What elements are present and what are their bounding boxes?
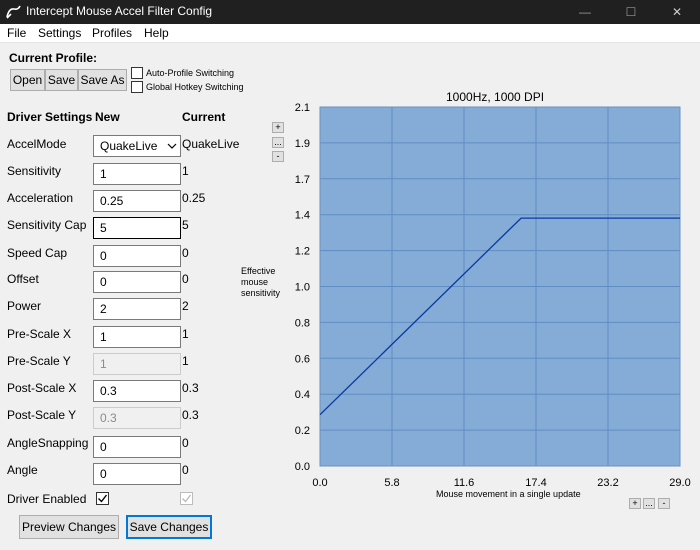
y-tick-label: 1.4: [295, 210, 310, 222]
y-tick-label: 1.2: [295, 246, 310, 258]
x-zoom-out-button[interactable]: -: [658, 498, 670, 509]
y-tick-label: 1.9: [295, 138, 310, 150]
y-tick-label: 0.2: [295, 425, 310, 437]
y-tick-label: 2.1: [295, 102, 310, 114]
app-window: Intercept Mouse Accel Filter Config — ☐ …: [0, 0, 700, 550]
x-tick-label: 5.8: [384, 477, 399, 489]
x-zoom-reset-button[interactable]: ...: [643, 498, 655, 509]
x-tick-label: 17.4: [525, 477, 546, 489]
x-tick-label: 23.2: [597, 477, 618, 489]
x-tick-label: 0.0: [312, 477, 327, 489]
y-tick-label: 0.8: [295, 317, 310, 329]
sensitivity-chart[interactable]: 0.0 0.2 0.4 0.6 0.8 1.0 1.2 1.4 1.7 1.9 2.1 0.0 5.8 1…: [0, 0, 700, 550]
y-tick-label: 0.4: [295, 389, 310, 401]
y-tick-label: 0.6: [295, 353, 310, 365]
x-tick-label: 11.6: [454, 477, 475, 489]
y-tick-label: 0.0: [295, 461, 310, 473]
y-tick-label: 1.7: [295, 174, 310, 186]
y-tick-label: 1.0: [295, 282, 310, 294]
x-axis-title: Mouse movement in a single update: [436, 489, 581, 499]
x-zoom-in-button[interactable]: +: [629, 498, 641, 509]
x-tick-label: 29.0: [669, 477, 690, 489]
